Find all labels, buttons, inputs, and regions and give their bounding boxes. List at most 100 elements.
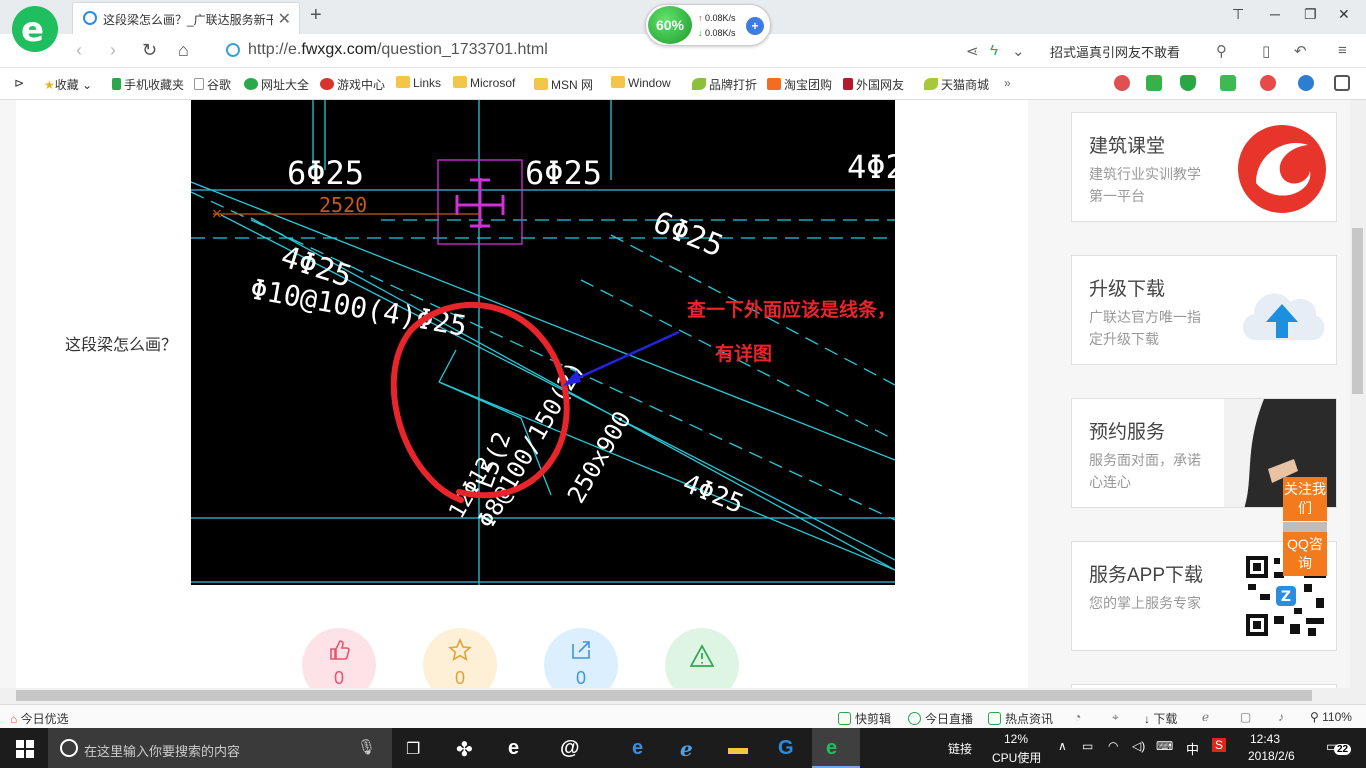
page-icon xyxy=(843,78,853,90)
download-status[interactable]: ↓ 下载 xyxy=(1144,710,1177,727)
forward-button[interactable]: › xyxy=(110,40,116,61)
speed-icon[interactable]: ◔ xyxy=(1074,710,1081,724)
horizontal-scrollbar[interactable] xyxy=(0,688,1366,704)
bookmark-microsoft[interactable]: Microsof xyxy=(453,76,515,90)
cpu-label: CPU使用 xyxy=(992,751,1042,765)
bookmark-tmall[interactable]: 天猫商城 xyxy=(924,76,989,93)
mobile-icon[interactable]: ▯ xyxy=(1262,42,1270,60)
share-icon[interactable]: ⋖ xyxy=(966,42,979,60)
bookmark-brand[interactable]: 品牌打折 xyxy=(692,76,757,93)
ie-favicon-icon xyxy=(83,11,97,25)
vertical-scrollbar[interactable] xyxy=(1350,100,1366,688)
ie-mode-icon[interactable]: ℯ xyxy=(1202,710,1209,724)
trophy-ext-icon[interactable] xyxy=(1114,75,1130,91)
new-tab-button[interactable]: + xyxy=(310,4,322,27)
scroll-thumb[interactable] xyxy=(16,690,1312,701)
battery-icon[interactable]: ▭ xyxy=(1082,739,1093,753)
wifi-icon[interactable]: ◠ xyxy=(1108,739,1118,753)
bookmark-label: 手机收藏夹 xyxy=(124,78,185,92)
bookmark-sites[interactable]: 网址大全 xyxy=(244,76,309,93)
shield-ext-icon[interactable] xyxy=(1180,75,1196,91)
tab-close-icon[interactable]: ✕ xyxy=(278,9,291,29)
back-button[interactable]: ‹ xyxy=(76,40,82,61)
translate-ext-icon[interactable] xyxy=(1220,75,1236,91)
browser-logo-icon[interactable]: e xyxy=(12,6,58,52)
follow-us-button[interactable]: 关注我们 xyxy=(1283,477,1327,521)
like-button[interactable]: 0 xyxy=(302,628,376,688)
taskbar-app-edge[interactable]: e xyxy=(618,728,666,768)
share-button[interactable]: 0 xyxy=(544,628,618,688)
apps-ext-icon[interactable] xyxy=(1334,75,1350,91)
home-button[interactable]: ⌂ xyxy=(178,40,189,61)
tray-chevron-icon[interactable]: ∧ xyxy=(1058,739,1067,753)
taskbar-app-fan[interactable]: ✤ xyxy=(442,728,490,768)
book-ext-icon[interactable] xyxy=(1146,75,1162,91)
search-ext-icon[interactable] xyxy=(1298,75,1314,91)
browser-tab[interactable]: 这段梁怎么画？_广联达服务新干线 ✕ xyxy=(72,2,300,34)
bookmark-mobile[interactable]: 手机收藏夹 xyxy=(112,76,184,93)
window-icon[interactable]: ▢ xyxy=(1240,710,1251,724)
live-today[interactable]: 今日直播 xyxy=(908,710,973,727)
clock-date[interactable]: 2018/2/6 xyxy=(1248,749,1295,763)
bookmark-windows[interactable]: Window xyxy=(611,76,671,90)
cad-label-rebar-mid: 6Φ25 xyxy=(525,154,602,192)
close-window-button[interactable]: ✕ xyxy=(1338,6,1350,23)
scroll-thumb[interactable] xyxy=(1352,228,1363,394)
quick-clip[interactable]: 快剪辑 xyxy=(838,710,891,727)
taskbar-app-ie-e[interactable]: e xyxy=(494,728,542,768)
taskbar-search-input[interactable]: 在这里输入你要搜索的内容 🎙 xyxy=(48,728,392,768)
taskbar-app-spiral[interactable]: @ xyxy=(546,728,594,768)
taskbar-app-ie[interactable]: ℯ xyxy=(666,728,714,768)
volume-icon[interactable]: ♪ xyxy=(1278,710,1284,724)
shirt-skin-icon[interactable]: ⊤ xyxy=(1232,6,1244,23)
bookmark-taobao[interactable]: 淘宝团购 xyxy=(767,76,832,93)
more-bookmarks-icon[interactable]: » xyxy=(1004,76,1011,90)
site-info-icon[interactable] xyxy=(226,43,240,57)
search-suggestion[interactable]: 招式逼真引网友不敢看 xyxy=(1050,42,1180,61)
pin-icon[interactable]: ⌖ xyxy=(1112,710,1119,725)
bookmark-google[interactable]: 谷歌 xyxy=(194,76,231,93)
network-speed-widget[interactable]: 60% ↑ 0.08K/s ↓ 0.08K/s + xyxy=(645,4,771,46)
today-picks[interactable]: ⌂ 今日优选 xyxy=(10,710,69,727)
clock-time[interactable]: 12:43 xyxy=(1250,732,1280,746)
zoom-level[interactable]: ⚲ 110% xyxy=(1310,710,1352,724)
links-toolbar[interactable]: 链接 xyxy=(948,740,972,757)
refresh-button[interactable]: ↻ xyxy=(142,40,157,61)
search-icon[interactable]: ⚲ xyxy=(1216,42,1227,60)
taskbar-app-2345-browser[interactable]: e xyxy=(812,728,860,768)
taskbar-app-explorer[interactable]: ▬ xyxy=(714,728,762,768)
favorite-count: 0 xyxy=(454,668,465,688)
sidebar-toggle-icon[interactable]: ⊳ xyxy=(14,76,24,90)
maximize-button[interactable]: ❐ xyxy=(1304,6,1317,23)
keyboard-icon[interactable]: ⌨ xyxy=(1156,739,1173,753)
accelerate-icon[interactable]: + xyxy=(746,17,764,35)
undo-icon[interactable]: ↶ xyxy=(1294,42,1307,60)
ime-indicator[interactable]: 中 xyxy=(1186,739,1199,758)
url-input[interactable]: http://e.fwxgx.com/question_1733701.html xyxy=(222,38,962,64)
lightning-icon[interactable]: ϟ xyxy=(990,42,998,59)
bookmark-foreign[interactable]: 外国网友 xyxy=(843,76,904,93)
task-view-button[interactable]: ❐ xyxy=(392,728,440,768)
sogou-icon[interactable]: S xyxy=(1212,738,1227,752)
report-button[interactable] xyxy=(665,628,739,688)
favorite-button[interactable]: 0 xyxy=(423,628,497,688)
card-upgrade-download[interactable]: 升级下载 广联达官方唯一指定升级下载 xyxy=(1071,255,1337,365)
scissors-ext-icon[interactable] xyxy=(1260,75,1276,91)
chevron-down-icon[interactable]: ⌄ xyxy=(1012,42,1025,60)
minimize-button[interactable]: ─ xyxy=(1270,6,1280,22)
bookmark-msn[interactable]: MSN 网 xyxy=(534,76,593,93)
menu-icon[interactable]: ≡ xyxy=(1338,42,1347,59)
card-building-class[interactable]: 建筑课堂 建筑行业实训教学第一平台 xyxy=(1071,112,1337,222)
qq-consult-button[interactable]: QQ咨询 xyxy=(1283,532,1327,576)
hot-news[interactable]: 热点资讯 xyxy=(988,710,1053,727)
bookmark-games[interactable]: 游戏中心 xyxy=(320,76,385,93)
bookmark-favorites[interactable]: ★收藏 ⌄ xyxy=(44,76,92,93)
bookmark-label: 游戏中心 xyxy=(337,78,386,92)
microphone-icon[interactable]: 🎙 xyxy=(357,738,376,756)
cad-drawing-image[interactable]: × 6Φ25 6Φ25 4Φ2 2520 6Φ25 4Φ25 Φ10@100(4… xyxy=(191,100,895,585)
windows-start-icon[interactable] xyxy=(16,740,34,758)
taskbar-app-glodon[interactable]: G xyxy=(764,728,812,768)
speaker-icon[interactable]: ◁) xyxy=(1132,739,1145,753)
card-title: 升级下载 xyxy=(1089,279,1166,300)
bookmark-links[interactable]: Links xyxy=(396,76,441,90)
